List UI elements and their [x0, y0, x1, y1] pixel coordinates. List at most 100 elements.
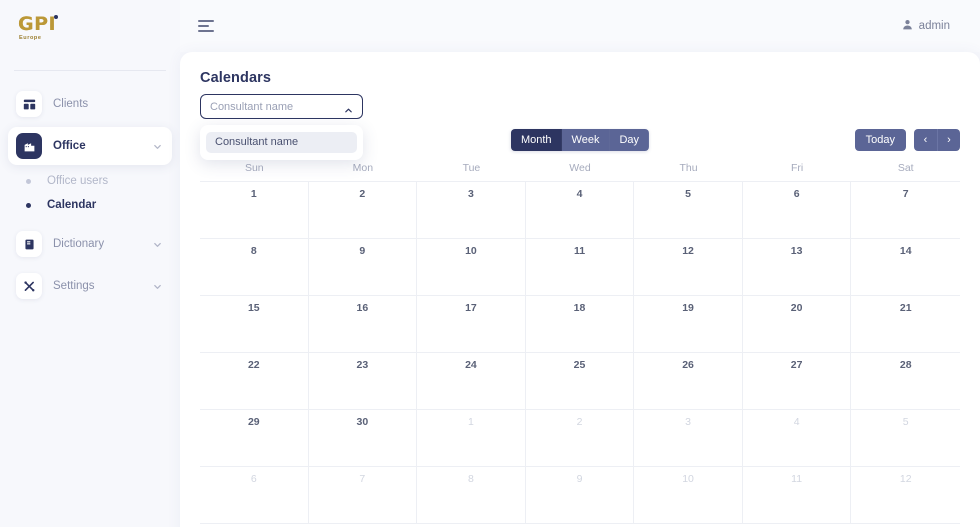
calendar-day-cell[interactable]: 2 [309, 182, 418, 238]
calendar-day-cell[interactable]: 25 [526, 353, 635, 409]
calendar-day-cell[interactable]: 27 [743, 353, 852, 409]
calendar-day-cell[interactable]: 12 [851, 467, 960, 523]
today-button[interactable]: Today [854, 129, 906, 151]
calendar-day-cell[interactable]: 16 [309, 296, 418, 352]
sidebar-item-dictionary[interactable]: Dictionary [8, 225, 172, 263]
logo-mark: GPI Europe [18, 15, 62, 49]
sidebar-item-settings[interactable]: Settings [8, 267, 172, 305]
calendar-day-cell[interactable]: 8 [200, 239, 309, 295]
sidebar-item-clients[interactable]: Clients [8, 85, 172, 123]
sidebar-item-label: Dictionary [53, 238, 105, 250]
logo-subtitle: Europe [19, 35, 42, 41]
calendar-day-cell[interactable]: 10 [417, 239, 526, 295]
calendar-week-row: 1234567 [200, 182, 960, 239]
hamburger-line [198, 30, 214, 32]
calendar-day-cell[interactable]: 5 [634, 182, 743, 238]
calendar-day-cell[interactable]: 9 [309, 239, 418, 295]
hamburger-icon[interactable] [198, 20, 216, 32]
bullet-icon [26, 202, 31, 208]
calendar-day-cell[interactable]: 17 [417, 296, 526, 352]
calendar-day-cell[interactable]: 23 [309, 353, 418, 409]
calendar-day-cell[interactable]: 18 [526, 296, 635, 352]
view-button-week[interactable]: Week [561, 129, 610, 151]
calendar-day-cell[interactable]: 8 [417, 467, 526, 523]
calendar-day-cell[interactable]: 22 [200, 353, 309, 409]
calendar-day-cell[interactable]: 15 [200, 296, 309, 352]
calendar-day-cell[interactable]: 12 [634, 239, 743, 295]
calendar-day-cell[interactable]: 29 [200, 410, 309, 466]
sidebar-item-calendar[interactable]: Calendar [8, 193, 172, 217]
calendar-week-row: 22 23 24 25 26 27 28 [200, 353, 960, 410]
calendar-day-cell[interactable]: 19 [634, 296, 743, 352]
consultant-select[interactable]: Consultant name [200, 94, 363, 119]
day-header: Sat [897, 162, 914, 174]
day-header: Thu [679, 162, 698, 174]
chevron-down-icon [153, 240, 162, 249]
calendar-day-cell[interactable]: 1 [417, 410, 526, 466]
user-menu[interactable]: admin [902, 17, 950, 35]
calendar-day-cell[interactable]: 21 [851, 296, 960, 352]
calendar-day-cell[interactable]: 2 [526, 410, 635, 466]
calendar-day-cell[interactable]: 5 [851, 410, 960, 466]
topbar: admin [180, 0, 980, 52]
calendar-day-cell[interactable]: 6 [200, 467, 309, 523]
sidebar-item-label: Office [53, 140, 86, 152]
sidebar-item-label: Clients [53, 98, 89, 110]
calendar-day-cell[interactable]: 11 [526, 239, 635, 295]
consultant-select-wrap: Consultant name Consultant name [200, 94, 363, 160]
day-header: Wed [569, 162, 591, 174]
sidebar-item-office[interactable]: Office [8, 127, 172, 165]
calendar-day-cell[interactable]: 4 [526, 182, 635, 238]
calendar-day-cell[interactable]: 7 [851, 182, 960, 238]
calendar-week-row: 29 30 1 2 3 4 5 [200, 410, 960, 467]
calendar-day-cell[interactable]: 7 [309, 467, 418, 523]
calendar-day-cell[interactable]: 9 [526, 467, 635, 523]
consultant-dropdown: Consultant name [200, 125, 363, 160]
calendar-day-cell[interactable]: 10 [634, 467, 743, 523]
day-header: Mon [352, 162, 374, 174]
logo-dot-icon [54, 15, 58, 19]
calendar-grid: Sun Mon Tue Wed Thu Fri Sat 1 2 3 4 5 6 7 8 9 10 1… [200, 162, 960, 524]
calendar-body: 1 2 3 4 5 6 7 8 9 10 11 12 13 14 15 16 17 18 19 20 21 22 23 24 2… [200, 181, 960, 524]
calendar-day-cell[interactable]: 1 [200, 182, 309, 238]
content-card-inner: Calendars Consultant name Consultant nam… [180, 52, 980, 524]
calendar-day-cell[interactable]: 3 [417, 182, 526, 238]
user-name-label: admin [918, 20, 950, 32]
view-button-day[interactable]: Day [609, 129, 650, 151]
book-icon [16, 231, 42, 257]
calendar-week-row: 6 7 8 9 10 11 12 [200, 467, 960, 524]
hamburger-line [198, 25, 209, 27]
dropdown-option[interactable]: Consultant name [206, 132, 357, 153]
app-root: GPI Europe Clients Office Office users C… [0, 0, 980, 527]
tools-icon [16, 273, 42, 299]
calendar-day-cell[interactable]: 13 [743, 239, 852, 295]
sidebar-subitem-label: Office users [47, 175, 109, 187]
chevron-down-icon [153, 142, 162, 151]
calendar-day-cell[interactable]: 24 [417, 353, 526, 409]
sidebar-item-office-users[interactable]: Office users [8, 169, 172, 193]
view-button-month[interactable]: Month [510, 129, 562, 151]
page-title: Calendars [200, 70, 272, 86]
day-header: Fri [791, 162, 804, 174]
calendar-day-cell[interactable]: 11 [743, 467, 852, 523]
calendar-day-cell[interactable]: 20 [743, 296, 852, 352]
day-header: Tue [462, 162, 481, 174]
calendar-day-cell[interactable]: 4 [743, 410, 852, 466]
calendar-nav-tools: Today ‹ › [854, 129, 960, 151]
calendar-day-cell[interactable]: 28 [851, 353, 960, 409]
brand-logo[interactable]: GPI Europe [0, 0, 180, 64]
calendar-day-cell[interactable]: 3 [634, 410, 743, 466]
next-month-button[interactable]: › [937, 129, 960, 151]
calendar-day-cell[interactable]: 14 [851, 239, 960, 295]
prev-month-button[interactable]: ‹ [914, 129, 937, 151]
sidebar-item-label: Settings [53, 280, 95, 292]
grid-icon [16, 91, 42, 117]
sidebar-subitem-label: Calendar [47, 199, 97, 211]
content-card: Calendars Consultant name Consultant nam… [180, 52, 980, 527]
chevron-up-icon [344, 102, 353, 113]
calendar-day-cell[interactable]: 6 [743, 182, 852, 238]
chevron-down-icon [153, 282, 162, 291]
hamburger-line [198, 20, 214, 22]
calendar-day-cell[interactable]: 30 [309, 410, 418, 466]
calendar-day-cell[interactable]: 26 [634, 353, 743, 409]
